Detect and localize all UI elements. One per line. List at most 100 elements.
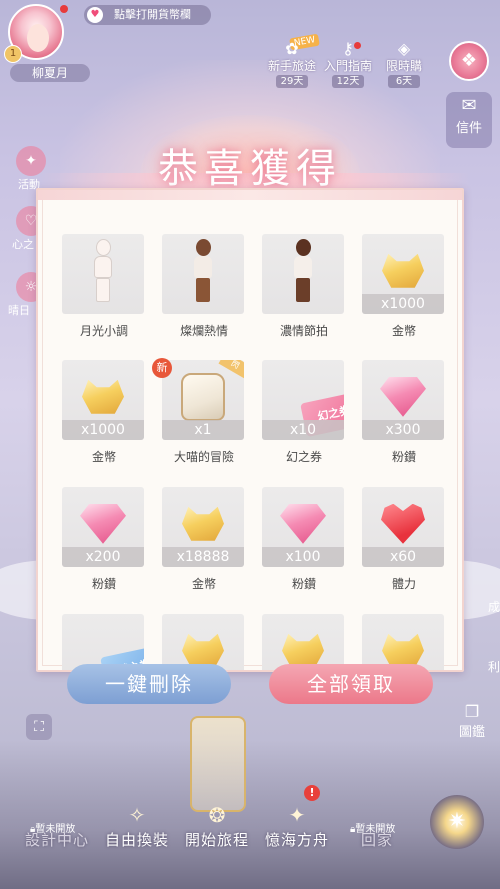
item-quantity: x100	[262, 547, 344, 567]
reward-item[interactable]: 燦爛熱情	[162, 234, 246, 339]
wardrobe-icon: ✧	[128, 803, 146, 827]
gallery-button[interactable]: ❐ 圖鑑	[448, 702, 496, 746]
outfit-figure-icon	[88, 238, 118, 303]
item-name: 大喵的冒險	[173, 450, 234, 464]
item-tile: 幻之券 x10	[262, 360, 344, 440]
item-name: 幻之券	[285, 450, 322, 464]
item-tile: x1000	[362, 234, 444, 314]
sidebar-label: 利	[487, 660, 500, 674]
item-name: 金幣	[391, 324, 416, 338]
item-name: 濃情節拍	[279, 324, 328, 338]
reward-item[interactable]: 濃情節拍	[262, 234, 346, 339]
sidebar-item-achievement[interactable]: 成	[470, 598, 500, 615]
sidebar-label: 成	[487, 600, 500, 614]
sparkle-icon: ✷	[447, 809, 467, 834]
main-menu-button[interactable]: ❖	[449, 41, 489, 81]
stamina-heart-icon	[381, 503, 425, 544]
item-tile: 閃 x1	[162, 360, 244, 440]
item-name: 粉鑽	[291, 577, 316, 591]
gem-icon: ◈	[397, 39, 411, 58]
item-tile: x100	[262, 487, 344, 567]
currency-bar-button[interactable]: ♥ 點擊打開貨幣欄	[84, 5, 211, 25]
gold-coin-icon	[282, 633, 324, 668]
gold-coin-icon	[382, 633, 424, 668]
sparkle-button[interactable]: ✷	[430, 795, 484, 849]
reward-item[interactable]: 新 閃 x1 大喵的冒險	[152, 358, 246, 465]
item-tile: x1000	[62, 360, 144, 440]
item-name: 燦爛熱情	[179, 324, 228, 338]
nav-label: 自由換裝	[104, 831, 169, 849]
nav-label: 憶海方舟	[264, 831, 329, 849]
item-quantity: x10	[262, 420, 344, 440]
item-tile: x200	[62, 487, 144, 567]
event-beginner-guide[interactable]: ⚷ 入門指南 12天	[322, 40, 374, 88]
gold-coin-icon	[182, 506, 224, 541]
notification-dot	[60, 5, 68, 13]
delete-all-button[interactable]: 一鍵刪除	[67, 664, 231, 704]
ark-icon: ✦	[288, 803, 306, 827]
item-quantity: x300	[362, 420, 444, 440]
item-tile: x60	[362, 487, 444, 567]
outfit-figure-icon	[288, 238, 318, 303]
item-tile: x18888	[162, 487, 244, 567]
pink-diamond-icon	[80, 503, 126, 544]
reward-item[interactable]: x1000 金幣	[362, 234, 446, 339]
item-quantity: x1	[162, 420, 244, 440]
event-days: 12天	[332, 75, 364, 88]
event-newbie-journey[interactable]: ✿ 新手旅途 29天	[266, 40, 318, 88]
avatar-face	[27, 24, 49, 52]
reward-item[interactable]: 幻之券 x10 幻之券	[262, 360, 346, 465]
item-name: 體力	[391, 577, 416, 591]
player-name: 柳夏月	[10, 64, 90, 82]
item-quantity: x200	[62, 547, 144, 567]
envelope-icon: ✉	[461, 95, 477, 116]
nav-start-journey[interactable]: ❂ 開始旅程	[182, 800, 252, 850]
currency-hint: 點擊打開貨幣欄	[114, 8, 191, 21]
key-icon: ⚷	[342, 39, 354, 58]
gold-coin-icon	[382, 253, 424, 288]
item-quantity: x60	[362, 547, 444, 567]
modal-title: 恭喜獲得	[158, 146, 342, 192]
sidebar-item-welfare[interactable]: 利	[470, 658, 500, 675]
item-tile	[162, 234, 244, 314]
item-quantity: x1000	[62, 420, 144, 440]
modal-top-band	[38, 190, 462, 200]
reward-item[interactable]: x200 粉鑽	[62, 487, 146, 592]
alert-badge: !	[304, 785, 320, 801]
reward-item[interactable]: x300 粉鑽	[362, 360, 446, 465]
gallery-label: 圖鑑	[458, 725, 485, 740]
nav-label: 回家	[360, 831, 393, 849]
reward-item[interactable]: x1000 金幣	[62, 360, 146, 465]
nav-free-dressup[interactable]: ✧ 自由換裝	[102, 800, 172, 850]
book-icon: ❐	[464, 702, 480, 721]
item-name: 粉鑽	[391, 450, 416, 464]
item-name: 金幣	[91, 450, 116, 464]
nav-memory-ark[interactable]: ✦ 憶海方舟	[262, 800, 332, 850]
claim-all-button[interactable]: 全部領取	[269, 664, 433, 704]
lantern-decoration	[190, 716, 246, 812]
item-name: 金幣	[191, 577, 216, 591]
reward-item[interactable]: 月光小調	[62, 234, 146, 339]
level-badge: 1	[4, 45, 22, 63]
item-name: 粉鑽	[91, 577, 116, 591]
pink-diamond-icon	[380, 376, 426, 417]
journey-icon: ❂	[208, 803, 226, 827]
reward-item[interactable]: x18888 金幣	[162, 487, 246, 592]
item-tile	[62, 234, 144, 314]
event-limited-sale[interactable]: ◈ 限時購 6天	[378, 40, 430, 88]
event-label: 限時購	[385, 59, 422, 73]
backpack-icon	[181, 372, 225, 421]
event-days: 6天	[388, 75, 420, 88]
nav-home[interactable]: 回家	[342, 812, 412, 850]
reward-item[interactable]: x60 體力	[362, 487, 446, 592]
heart-icon: ♥	[87, 7, 103, 23]
gold-coin-icon	[82, 379, 124, 414]
nav-design-center[interactable]: 設計中心	[22, 812, 92, 850]
reward-modal: 月光小調 燦爛熱情 濃情節拍 x1000 金幣 x1000 金幣 新 閃 x1 …	[36, 188, 464, 672]
item-quantity: x1000	[362, 294, 444, 314]
nav-label: 開始旅程	[184, 831, 249, 849]
reward-item[interactable]: x100 粉鑽	[262, 487, 346, 592]
fullscreen-icon[interactable]: ⛶	[26, 714, 52, 740]
gift-icon: ✿	[285, 39, 299, 58]
item-quantity: x18888	[162, 547, 244, 567]
